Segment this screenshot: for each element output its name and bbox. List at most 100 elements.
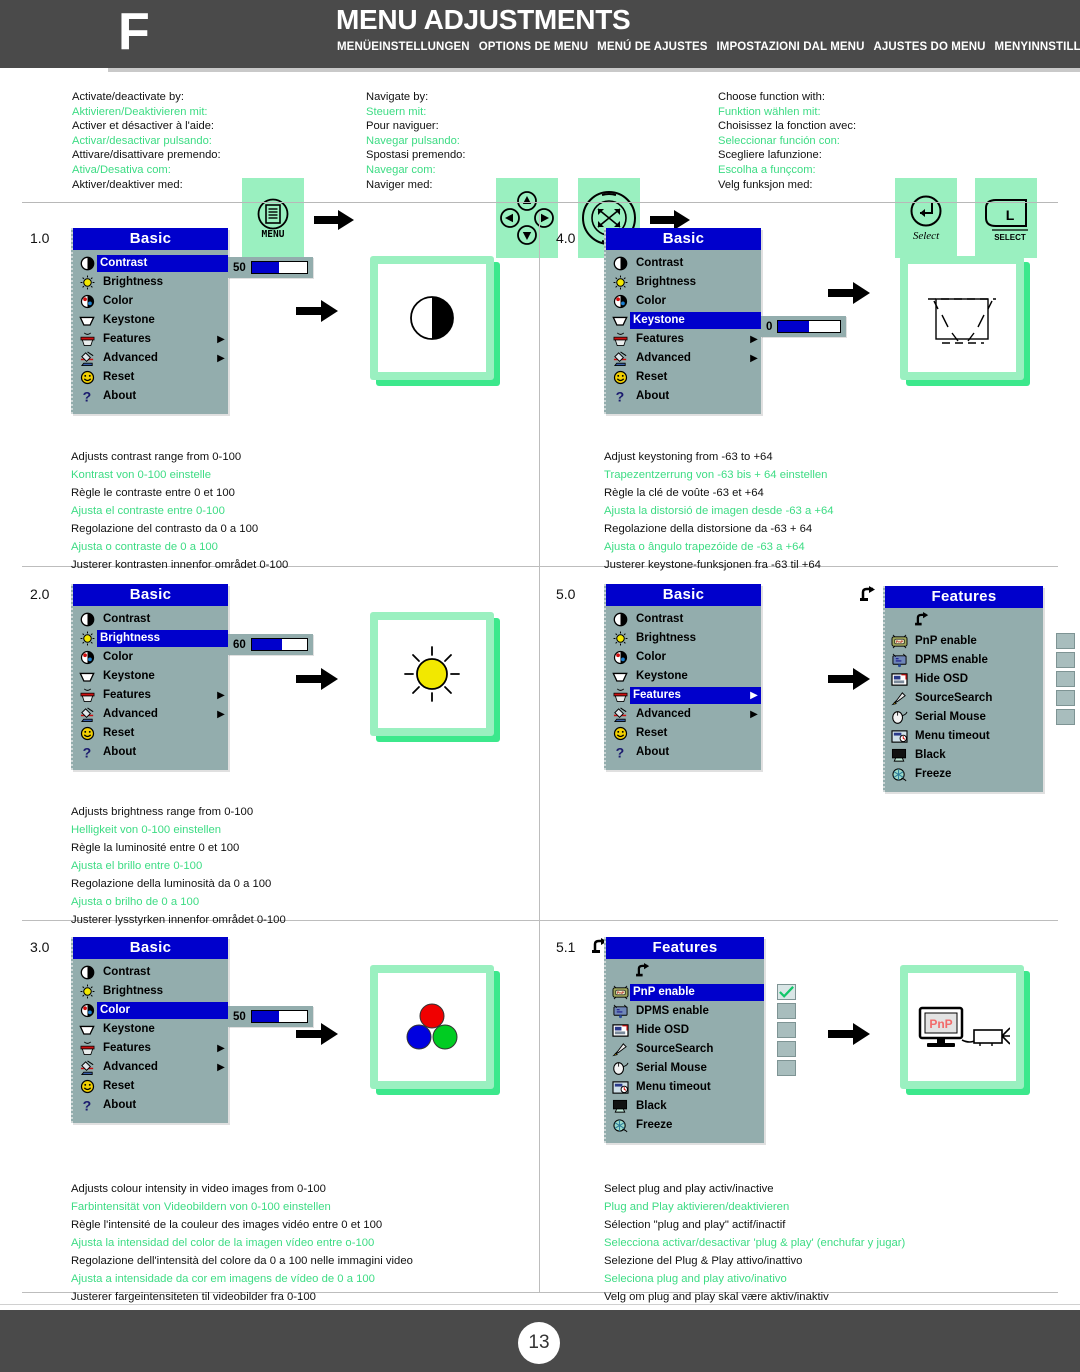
- osd-item-black[interactable]: Black: [885, 746, 1043, 765]
- osd-item-advanced[interactable]: Advanced ▶: [73, 1058, 228, 1077]
- osd-menu-basic-3[interactable]: Basic Contrast Brightness Color Keystone Feat…: [71, 937, 228, 1123]
- osd-item-dpms-enable[interactable]: DPMS enable: [885, 651, 1075, 670]
- osd-item-checkbox[interactable]: [1056, 671, 1075, 687]
- osd-item-serial-mouse[interactable]: Serial Mouse: [885, 708, 1075, 727]
- osd-item-about[interactable]: ? About: [73, 743, 228, 762]
- osd-menu-basic-5[interactable]: Basic Contrast Brightness Color Keystone Feat…: [604, 584, 761, 770]
- features-paint-icon: [77, 687, 97, 704]
- osd-item-brightness[interactable]: Brightness: [73, 982, 228, 1001]
- osd-item-features[interactable]: Features ▶: [606, 330, 761, 349]
- osd-item-keystone[interactable]: Keystone: [73, 311, 228, 330]
- slider-track[interactable]: [250, 1010, 308, 1023]
- osd-item-highlight: Brightness: [630, 274, 761, 291]
- osd-item-about[interactable]: ? About: [606, 387, 761, 406]
- slider-track[interactable]: [250, 261, 308, 274]
- osd-item-brightness[interactable]: Brightness: [606, 629, 761, 648]
- osd-item-label: SourceSearch: [915, 692, 993, 704]
- osd-item-advanced[interactable]: Advanced ▶: [73, 705, 228, 724]
- osd-item-reset[interactable]: Reset: [73, 724, 228, 743]
- osd-item-label: Features: [103, 1042, 151, 1054]
- instruction-line: Scegliere lafunzione:: [718, 149, 822, 162]
- osd-item-hide-osd[interactable]: Hide OSD: [885, 670, 1075, 689]
- osd-item-keystone[interactable]: Keystone: [73, 1020, 228, 1039]
- osd-item-about[interactable]: ? About: [606, 743, 761, 762]
- caption-line: Justerer keystone-funksjonen fra -63 til…: [604, 559, 821, 571]
- osd-item-checkbox[interactable]: [1056, 709, 1075, 725]
- osd-item-freeze[interactable]: Freeze: [885, 765, 1043, 784]
- brightness-slider[interactable]: 60: [228, 634, 313, 655]
- osd-item-advanced[interactable]: Advanced ▶: [73, 349, 228, 368]
- osd-menu-basic-1[interactable]: Basic Contrast Brightness Color Keystone Feat…: [71, 228, 228, 414]
- osd-item-brightness[interactable]: Brightness: [73, 273, 228, 292]
- osd-item-checkbox[interactable]: [777, 1060, 796, 1076]
- caption-line: Règle la luminosité entre 0 et 100: [71, 842, 240, 854]
- slider-track[interactable]: [777, 320, 841, 333]
- contrast-slider[interactable]: 50: [228, 257, 313, 278]
- osd-item-sourcesearch[interactable]: SourceSearch: [606, 1040, 796, 1059]
- osd-item-sourcesearch[interactable]: SourceSearch: [885, 689, 1075, 708]
- osd-back-row[interactable]: [885, 612, 1043, 632]
- osd-item-menu-timeout[interactable]: Menu timeout: [885, 727, 1043, 746]
- osd-item-contrast[interactable]: Contrast: [606, 610, 761, 629]
- step-4-caption: Adjust keystoning from -63 to +64 Trapeze…: [604, 448, 834, 574]
- osd-item-color[interactable]: Color: [606, 292, 761, 311]
- osd-item-color[interactable]: Color: [606, 648, 761, 667]
- osd-item-reset[interactable]: Reset: [606, 368, 761, 387]
- osd-item-checkbox[interactable]: [1056, 690, 1075, 706]
- osd-back-row[interactable]: [606, 963, 764, 983]
- reset-smiley-icon: [610, 369, 630, 386]
- osd-item-highlight: Freeze: [630, 1117, 764, 1134]
- osd-item-features[interactable]: Features ▶: [606, 686, 761, 705]
- osd-item-highlight: Brightness: [97, 630, 228, 647]
- osd-item-freeze[interactable]: Freeze: [606, 1116, 764, 1135]
- slider-track[interactable]: [250, 638, 308, 651]
- osd-item-contrast[interactable]: Contrast: [73, 963, 228, 982]
- osd-item-reset[interactable]: Reset: [606, 724, 761, 743]
- osd-item-color[interactable]: Color: [73, 648, 228, 667]
- osd-item-features[interactable]: Features ▶: [73, 686, 228, 705]
- osd-item-reset[interactable]: Reset: [73, 368, 228, 387]
- osd-item-serial-mouse[interactable]: Serial Mouse: [606, 1059, 796, 1078]
- osd-item-features[interactable]: Features ▶: [73, 330, 228, 349]
- step-number: 5.0: [556, 586, 576, 602]
- osd-item-contrast[interactable]: Contrast: [73, 254, 228, 273]
- osd-item-advanced[interactable]: Advanced ▶: [606, 705, 761, 724]
- osd-menu-basic-4[interactable]: Basic Contrast Brightness Color Keystone Feat…: [604, 228, 761, 414]
- osd-item-highlight: About: [97, 388, 228, 405]
- osd-item-checkbox[interactable]: [1056, 633, 1075, 649]
- osd-item-about[interactable]: ? About: [73, 1096, 228, 1115]
- osd-item-highlight: Advanced ▶: [97, 706, 228, 723]
- osd-item-checkbox[interactable]: [777, 984, 796, 1000]
- osd-item-keystone[interactable]: Keystone: [606, 311, 761, 330]
- osd-item-color[interactable]: Color: [73, 1001, 228, 1020]
- osd-item-brightness[interactable]: Brightness: [73, 629, 228, 648]
- caption-line: Règle l'intensité de la couleur des imag…: [71, 1219, 383, 1231]
- osd-item-about[interactable]: ? About: [73, 387, 228, 406]
- osd-item-features[interactable]: Features ▶: [73, 1039, 228, 1058]
- osd-item-pnp-enable[interactable]: PnP PnP enable: [606, 983, 796, 1002]
- osd-item-checkbox[interactable]: [777, 1041, 796, 1057]
- osd-item-black[interactable]: Black: [606, 1097, 764, 1116]
- osd-item-keystone[interactable]: Keystone: [606, 667, 761, 686]
- osd-item-dpms-enable[interactable]: DPMS enable: [606, 1002, 796, 1021]
- osd-item-pnp-enable[interactable]: PnP PnP enable: [885, 632, 1075, 651]
- osd-item-checkbox[interactable]: [1056, 652, 1075, 668]
- keystone-slider[interactable]: 0: [761, 316, 846, 337]
- about-question-icon: ?: [610, 744, 630, 761]
- osd-item-brightness[interactable]: Brightness: [606, 273, 761, 292]
- osd-title: Basic: [73, 584, 228, 606]
- osd-item-contrast[interactable]: Contrast: [73, 610, 228, 629]
- osd-item-hide-osd[interactable]: Hide OSD: [606, 1021, 796, 1040]
- osd-item-color[interactable]: Color: [73, 292, 228, 311]
- osd-item-checkbox[interactable]: [777, 1003, 796, 1019]
- osd-item-reset[interactable]: Reset: [73, 1077, 228, 1096]
- osd-item-contrast[interactable]: Contrast: [606, 254, 761, 273]
- osd-menu-features-5[interactable]: Features PnP PnP enable DPMS enable Hide OSD…: [883, 586, 1075, 792]
- osd-item-keystone[interactable]: Keystone: [73, 667, 228, 686]
- osd-menu-basic-2[interactable]: Basic Contrast Brightness Color Keystone Feat…: [71, 584, 228, 770]
- osd-item-advanced[interactable]: Advanced ▶: [606, 349, 761, 368]
- osd-item-checkbox[interactable]: [777, 1022, 796, 1038]
- color-wheel-icon: [610, 293, 630, 310]
- osd-item-menu-timeout[interactable]: Menu timeout: [606, 1078, 764, 1097]
- osd-menu-features-51[interactable]: Features PnP PnP enable DPMS enable Hide OSD…: [604, 937, 796, 1143]
